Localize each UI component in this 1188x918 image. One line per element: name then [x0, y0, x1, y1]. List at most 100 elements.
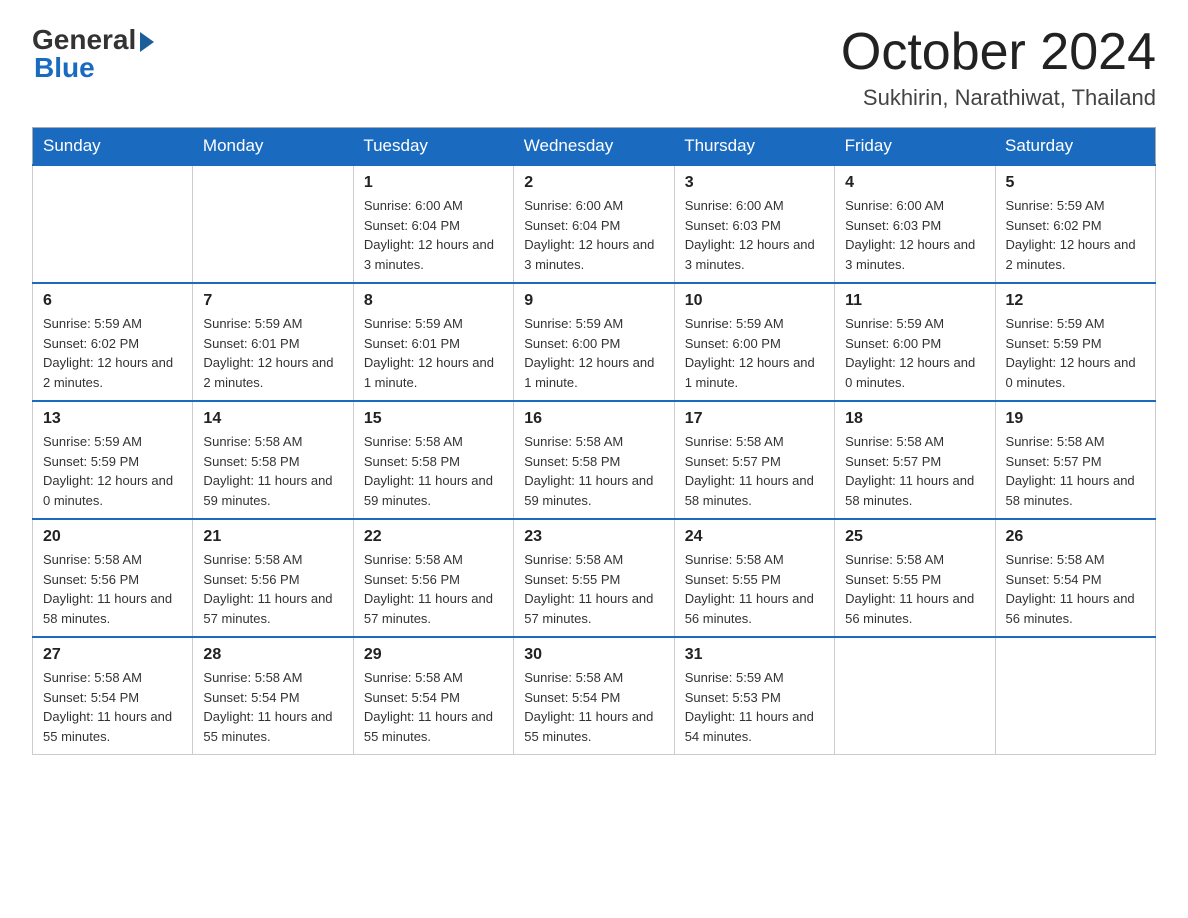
day-info: Sunrise: 5:59 AM Sunset: 6:01 PM Dayligh… — [203, 314, 342, 392]
calendar-cell: 1 Sunrise: 6:00 AM Sunset: 6:04 PM Daylig… — [353, 165, 513, 283]
location-text: Sukhirin, Narathiwat, Thailand — [841, 85, 1156, 111]
calendar-header-wednesday: Wednesday — [514, 128, 674, 166]
day-info: Sunrise: 6:00 AM Sunset: 6:03 PM Dayligh… — [845, 196, 984, 274]
day-number: 14 — [203, 410, 342, 428]
day-info: Sunrise: 5:58 AM Sunset: 5:58 PM Dayligh… — [364, 432, 503, 510]
calendar-cell: 30 Sunrise: 5:58 AM Sunset: 5:54 PM Dayli… — [514, 637, 674, 755]
day-info: Sunrise: 5:58 AM Sunset: 5:56 PM Dayligh… — [43, 550, 182, 628]
calendar-header-thursday: Thursday — [674, 128, 834, 166]
calendar-cell: 19Sunrise: 5:58 AM Sunset: 5:57 PM Dayli… — [995, 401, 1155, 519]
day-info: Sunrise: 5:59 AM Sunset: 6:02 PM Dayligh… — [43, 314, 182, 392]
day-number: 2 — [524, 174, 663, 192]
day-number: 1 — [364, 174, 503, 192]
calendar-cell: 13 Sunrise: 5:59 AM Sunset: 5:59 PM Dayli… — [33, 401, 193, 519]
day-info: Sunrise: 5:58 AM Sunset: 5:54 PM Dayligh… — [43, 668, 182, 746]
day-info: Sunrise: 5:59 AM Sunset: 6:00 PM Dayligh… — [685, 314, 824, 392]
calendar-cell: 6 Sunrise: 5:59 AM Sunset: 6:02 PM Daylig… — [33, 283, 193, 401]
calendar-table: SundayMondayTuesdayWednesdayThursdayFrid… — [32, 127, 1156, 755]
day-number: 20 — [43, 528, 182, 546]
calendar-cell — [193, 165, 353, 283]
day-info: Sunrise: 5:59 AM Sunset: 5:53 PM Dayligh… — [685, 668, 824, 746]
day-number: 16 — [524, 410, 663, 428]
calendar-cell: 10 Sunrise: 5:59 AM Sunset: 6:00 PM Dayli… — [674, 283, 834, 401]
day-info: Sunrise: 5:59 AM Sunset: 5:59 PM Dayligh… — [43, 432, 182, 510]
day-info: Sunrise: 5:58 AM Sunset: 5:55 PM Dayligh… — [524, 550, 663, 628]
calendar-cell: 18 Sunrise: 5:58 AM Sunset: 5:57 PM Dayli… — [835, 401, 995, 519]
calendar-cell: 20 Sunrise: 5:58 AM Sunset: 5:56 PM Dayli… — [33, 519, 193, 637]
day-info: Sunrise: 5:58 AM Sunset: 5:55 PM Dayligh… — [845, 550, 984, 628]
calendar-cell: 17 Sunrise: 5:58 AM Sunset: 5:57 PM Dayli… — [674, 401, 834, 519]
day-number: 19 — [1006, 410, 1145, 428]
day-info: Sunrise: 5:59 AM Sunset: 6:01 PM Dayligh… — [364, 314, 503, 392]
day-number: 29 — [364, 646, 503, 664]
day-info: Sunrise: 5:59 AM Sunset: 5:59 PM Dayligh… — [1006, 314, 1145, 392]
day-info: Sunrise: 6:00 AM Sunset: 6:04 PM Dayligh… — [524, 196, 663, 274]
calendar-week-4: 20 Sunrise: 5:58 AM Sunset: 5:56 PM Dayli… — [33, 519, 1156, 637]
day-info: Sunrise: 5:58 AM Sunset: 5:56 PM Dayligh… — [364, 550, 503, 628]
calendar-cell: 31 Sunrise: 5:59 AM Sunset: 5:53 PM Dayli… — [674, 637, 834, 755]
calendar-cell: 25Sunrise: 5:58 AM Sunset: 5:55 PM Dayli… — [835, 519, 995, 637]
calendar-cell: 2 Sunrise: 6:00 AM Sunset: 6:04 PM Daylig… — [514, 165, 674, 283]
day-number: 28 — [203, 646, 342, 664]
day-number: 4 — [845, 174, 984, 192]
day-info: Sunrise: 5:58 AM Sunset: 5:55 PM Dayligh… — [685, 550, 824, 628]
calendar-cell: 24 Sunrise: 5:58 AM Sunset: 5:55 PM Dayli… — [674, 519, 834, 637]
day-info: Sunrise: 5:58 AM Sunset: 5:54 PM Dayligh… — [203, 668, 342, 746]
day-info: Sunrise: 6:00 AM Sunset: 6:04 PM Dayligh… — [364, 196, 503, 274]
day-number: 9 — [524, 292, 663, 310]
day-number: 27 — [43, 646, 182, 664]
calendar-week-2: 6 Sunrise: 5:59 AM Sunset: 6:02 PM Daylig… — [33, 283, 1156, 401]
day-number: 13 — [43, 410, 182, 428]
calendar-header-monday: Monday — [193, 128, 353, 166]
calendar-header-saturday: Saturday — [995, 128, 1155, 166]
day-number: 3 — [685, 174, 824, 192]
calendar-week-1: 1 Sunrise: 6:00 AM Sunset: 6:04 PM Daylig… — [33, 165, 1156, 283]
calendar-cell: 8 Sunrise: 5:59 AM Sunset: 6:01 PM Daylig… — [353, 283, 513, 401]
day-info: Sunrise: 5:59 AM Sunset: 6:00 PM Dayligh… — [845, 314, 984, 392]
day-info: Sunrise: 5:58 AM Sunset: 5:54 PM Dayligh… — [1006, 550, 1145, 628]
day-number: 23 — [524, 528, 663, 546]
day-info: Sunrise: 5:59 AM Sunset: 6:00 PM Dayligh… — [524, 314, 663, 392]
day-info: Sunrise: 5:58 AM Sunset: 5:58 PM Dayligh… — [203, 432, 342, 510]
calendar-cell: 27 Sunrise: 5:58 AM Sunset: 5:54 PM Dayli… — [33, 637, 193, 755]
calendar-cell: 15 Sunrise: 5:58 AM Sunset: 5:58 PM Dayli… — [353, 401, 513, 519]
day-info: Sunrise: 6:00 AM Sunset: 6:03 PM Dayligh… — [685, 196, 824, 274]
day-number: 18 — [845, 410, 984, 428]
calendar-cell: 26Sunrise: 5:58 AM Sunset: 5:54 PM Dayli… — [995, 519, 1155, 637]
day-info: Sunrise: 5:58 AM Sunset: 5:57 PM Dayligh… — [685, 432, 824, 510]
day-number: 21 — [203, 528, 342, 546]
day-number: 31 — [685, 646, 824, 664]
calendar-cell: 29 Sunrise: 5:58 AM Sunset: 5:54 PM Dayli… — [353, 637, 513, 755]
day-number: 24 — [685, 528, 824, 546]
calendar-cell: 14 Sunrise: 5:58 AM Sunset: 5:58 PM Dayli… — [193, 401, 353, 519]
calendar-cell: 16 Sunrise: 5:58 AM Sunset: 5:58 PM Dayli… — [514, 401, 674, 519]
calendar-cell — [995, 637, 1155, 755]
calendar-cell: 5Sunrise: 5:59 AM Sunset: 6:02 PM Daylig… — [995, 165, 1155, 283]
day-info: Sunrise: 5:58 AM Sunset: 5:54 PM Dayligh… — [524, 668, 663, 746]
day-info: Sunrise: 5:58 AM Sunset: 5:56 PM Dayligh… — [203, 550, 342, 628]
logo-blue-text: Blue — [32, 52, 95, 84]
day-number: 17 — [685, 410, 824, 428]
logo-arrow-icon — [140, 32, 154, 52]
day-number: 30 — [524, 646, 663, 664]
day-info: Sunrise: 5:58 AM Sunset: 5:54 PM Dayligh… — [364, 668, 503, 746]
logo: General Blue — [32, 24, 154, 84]
calendar-cell: 12Sunrise: 5:59 AM Sunset: 5:59 PM Dayli… — [995, 283, 1155, 401]
month-title: October 2024 — [841, 24, 1156, 81]
day-number: 8 — [364, 292, 503, 310]
day-number: 6 — [43, 292, 182, 310]
calendar-week-3: 13 Sunrise: 5:59 AM Sunset: 5:59 PM Dayli… — [33, 401, 1156, 519]
calendar-cell — [835, 637, 995, 755]
calendar-week-5: 27 Sunrise: 5:58 AM Sunset: 5:54 PM Dayli… — [33, 637, 1156, 755]
day-number: 7 — [203, 292, 342, 310]
day-info: Sunrise: 5:58 AM Sunset: 5:57 PM Dayligh… — [845, 432, 984, 510]
day-number: 5 — [1006, 174, 1145, 192]
calendar-cell: 23 Sunrise: 5:58 AM Sunset: 5:55 PM Dayli… — [514, 519, 674, 637]
day-info: Sunrise: 5:58 AM Sunset: 5:58 PM Dayligh… — [524, 432, 663, 510]
day-number: 10 — [685, 292, 824, 310]
day-number: 15 — [364, 410, 503, 428]
day-number: 11 — [845, 292, 984, 310]
calendar-header-tuesday: Tuesday — [353, 128, 513, 166]
calendar-cell: 22 Sunrise: 5:58 AM Sunset: 5:56 PM Dayli… — [353, 519, 513, 637]
day-number: 22 — [364, 528, 503, 546]
